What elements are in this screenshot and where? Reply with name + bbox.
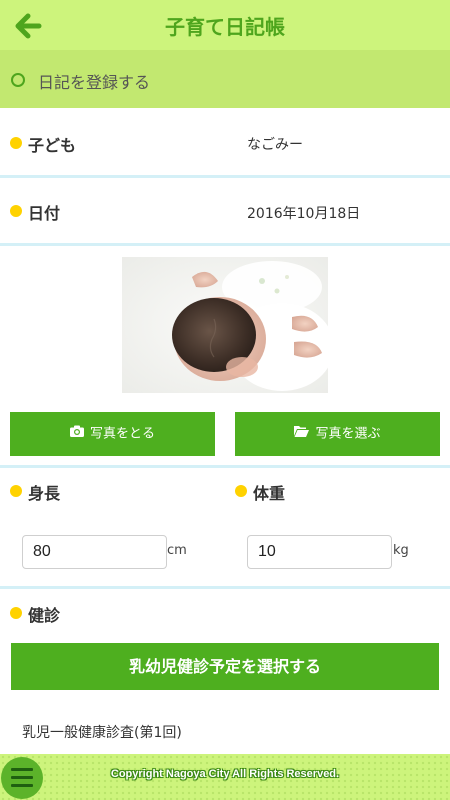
baby-photo <box>122 257 328 393</box>
height-unit: cm <box>167 543 187 558</box>
divider <box>0 243 450 246</box>
copyright-text: Copyright Nagoya City All Rights Reserve… <box>110 768 340 780</box>
choose-photo-button[interactable]: 写真を選ぶ <box>235 412 440 456</box>
choose-photo-label: 写真を選ぶ <box>315 426 381 442</box>
select-checkup-button[interactable]: 乳幼児健診予定を選択する <box>11 643 439 690</box>
circle-icon <box>11 73 25 87</box>
child-label: 子ども <box>28 136 77 155</box>
height-label: 身長 <box>28 484 61 503</box>
divider <box>0 175 450 178</box>
divider <box>0 586 450 589</box>
date-value[interactable]: 2016年10月18日 <box>247 203 360 223</box>
selected-checkup: 乳児一般健康診査(第1回) <box>22 725 182 741</box>
height-input[interactable] <box>22 535 167 569</box>
bullet-dot-icon <box>10 205 22 217</box>
section-title: 日記を登録する <box>38 73 151 92</box>
weight-unit: kg <box>393 543 409 558</box>
page-title: 子育て日記帳 <box>165 15 285 39</box>
bullet-dot-icon <box>235 485 247 497</box>
take-photo-label: 写真をとる <box>89 426 155 442</box>
child-value[interactable]: なごみー <box>247 134 303 154</box>
bullet-dot-icon <box>10 485 22 497</box>
camera-icon <box>69 412 84 456</box>
app-header: 子育て日記帳 <box>0 0 450 50</box>
bullet-dot-icon <box>10 607 22 619</box>
checkup-label: 健診 <box>28 606 61 625</box>
weight-label: 体重 <box>253 484 286 503</box>
date-label: 日付 <box>28 204 61 223</box>
bullet-dot-icon <box>10 137 22 149</box>
divider <box>0 465 450 468</box>
folder-open-icon <box>294 412 310 456</box>
take-photo-button[interactable]: 写真をとる <box>10 412 215 456</box>
weight-input[interactable] <box>247 535 392 569</box>
